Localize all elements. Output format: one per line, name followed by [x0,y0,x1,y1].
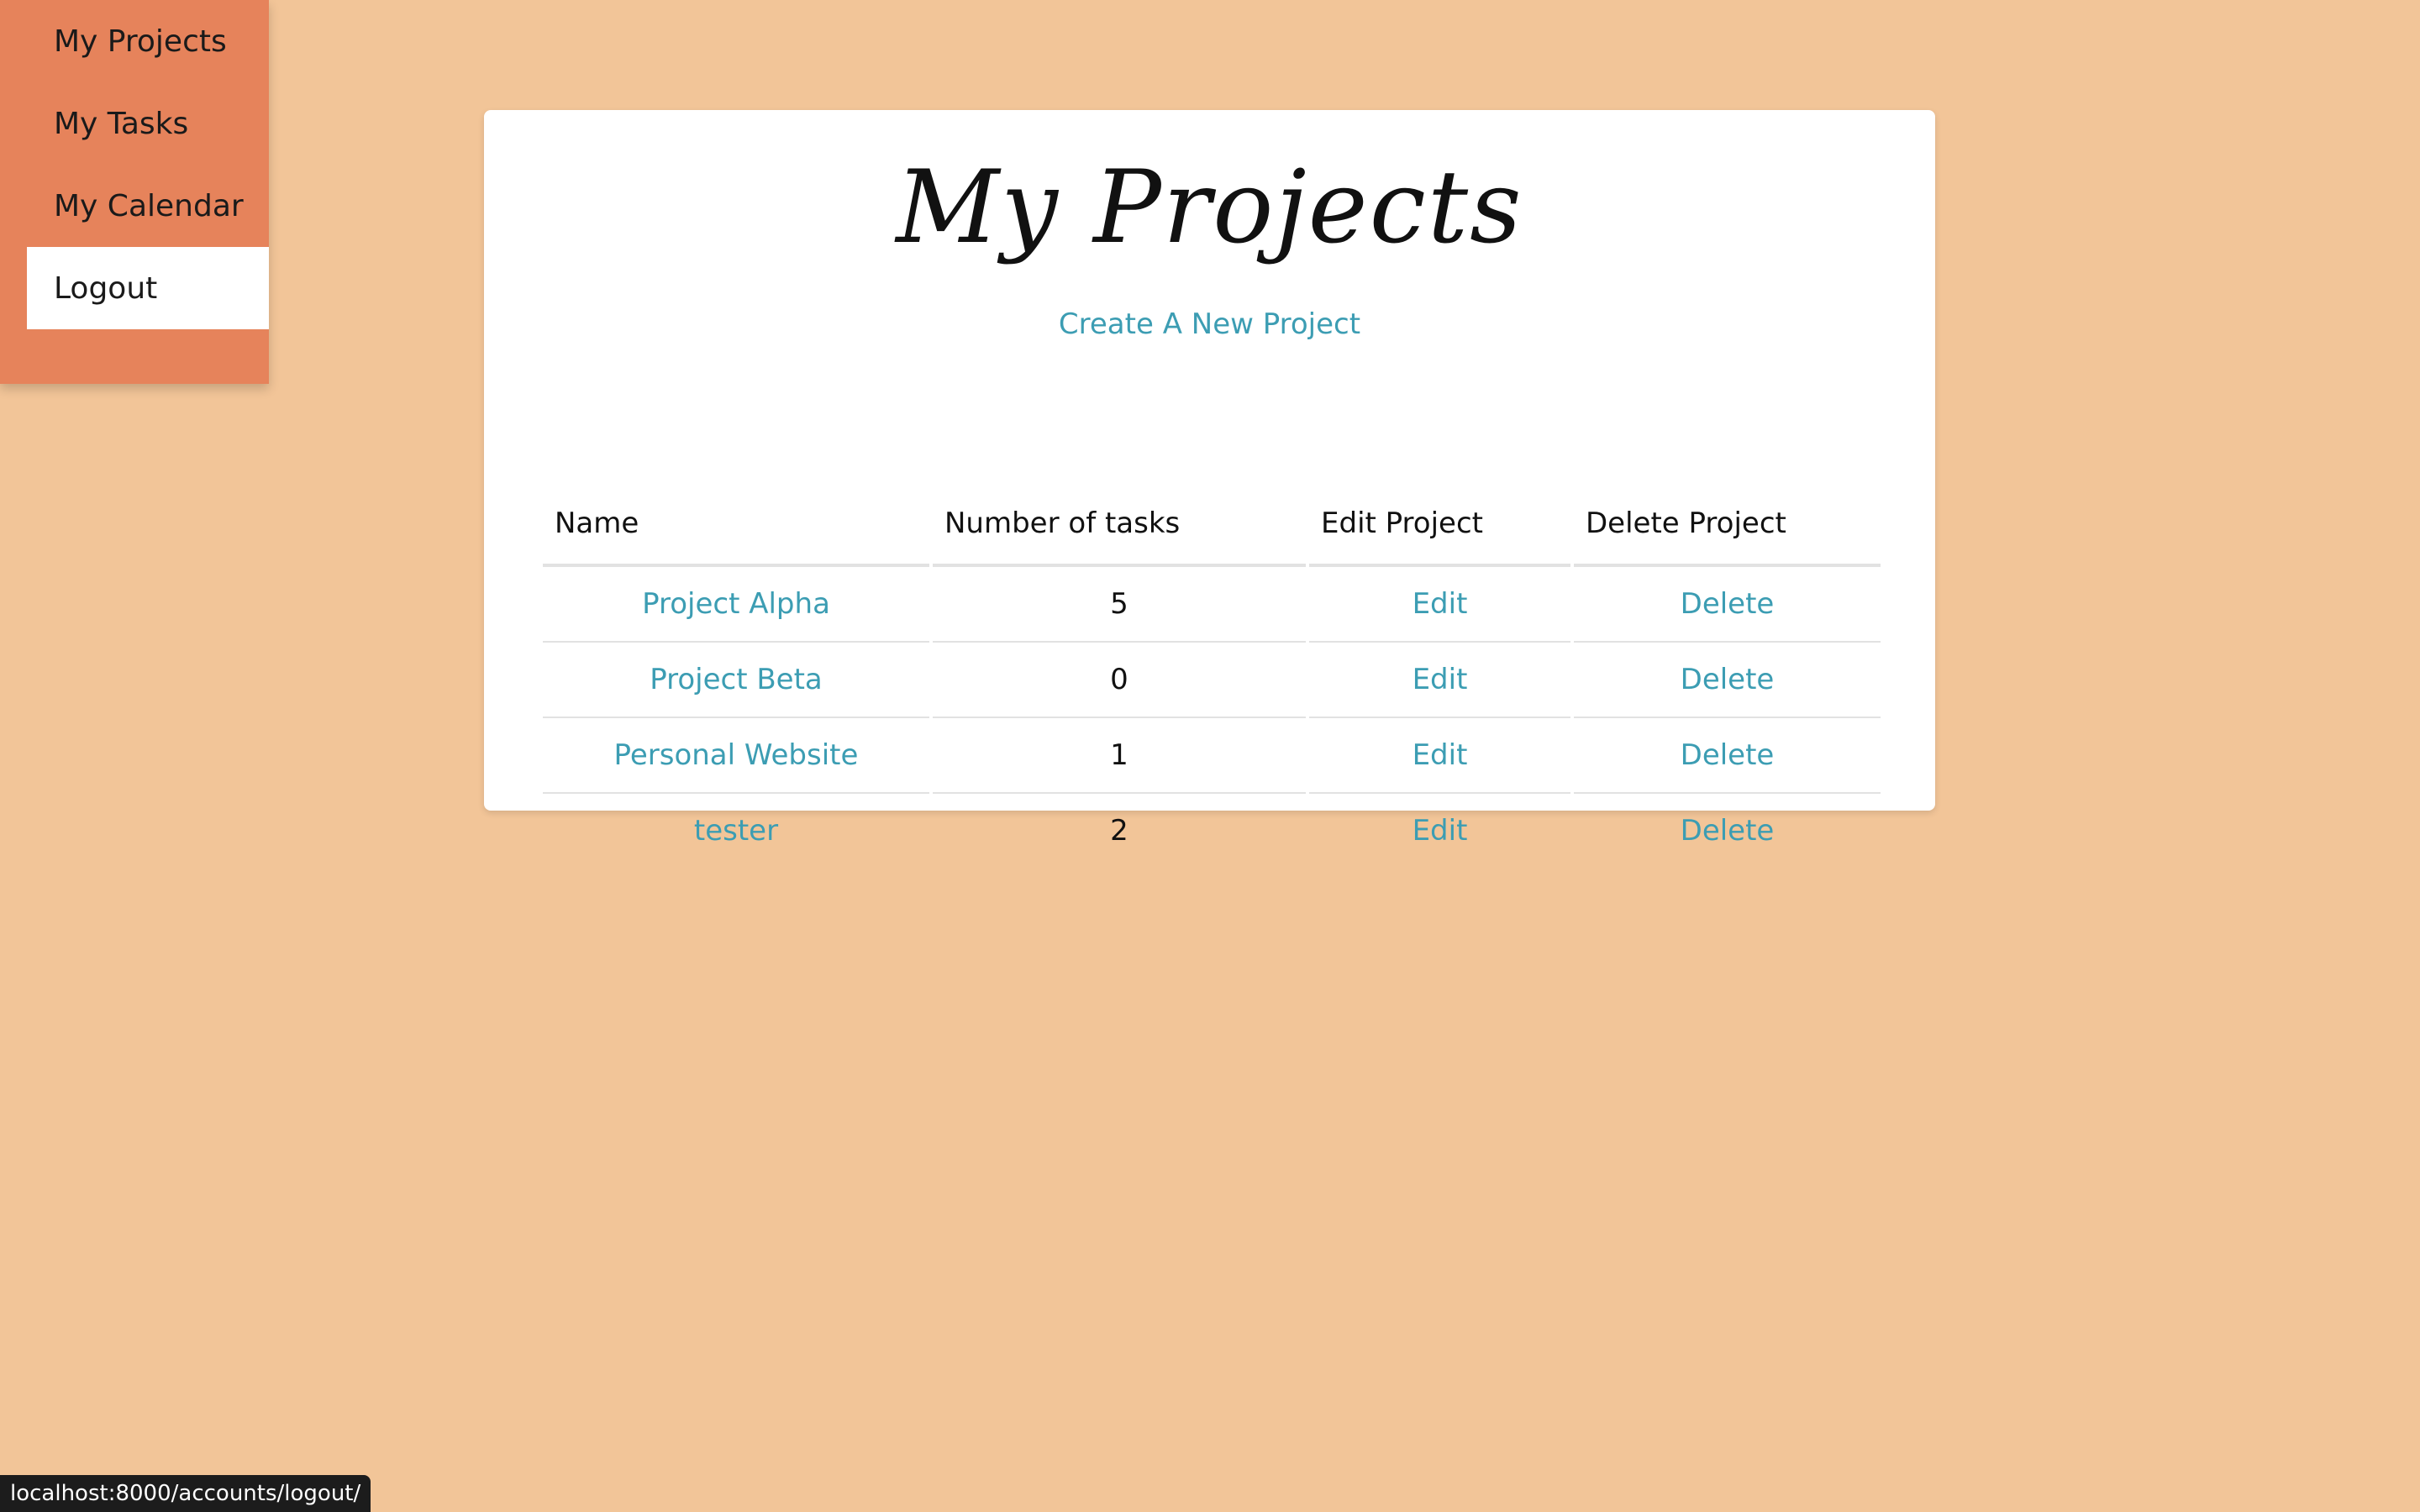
table-row: Project Alpha 5 Edit Delete [543,567,1881,643]
sidebar-nav: My Projects My Tasks My Calendar Logout [0,0,269,384]
delete-link[interactable]: Delete [1681,663,1775,696]
edit-link[interactable]: Edit [1413,587,1468,621]
edit-link[interactable]: Edit [1413,663,1468,696]
projects-card: My Projects Create A New Project Name Nu… [484,110,1935,848]
table-row: Personal Website 1 Edit Delete [543,718,1881,794]
column-header-edit-project: Edit Project [1309,483,1570,567]
delete-cell: Delete [1574,718,1881,794]
task-count: 5 [933,567,1306,643]
edit-link[interactable]: Edit [1413,814,1468,848]
create-project-link[interactable]: Create A New Project [484,307,1935,341]
sidebar-item-my-tasks[interactable]: My Tasks [27,82,269,165]
projects-table: Name Number of tasks Edit Project Delete… [539,483,1884,868]
project-name-cell: Project Alpha [543,567,929,643]
project-name-cell: tester [543,794,929,868]
task-count: 2 [1110,814,1128,848]
column-header-delete-project: Delete Project [1574,483,1881,567]
delete-link[interactable]: Delete [1681,738,1775,772]
project-name-link[interactable]: Personal Website [614,738,859,772]
delete-link[interactable]: Delete [1681,587,1775,621]
table-row: tester 2 Edit Delete [543,794,1881,868]
delete-cell: Delete [1574,643,1881,718]
table-row: Project Beta 0 Edit Delete [543,643,1881,718]
column-header-name: Name [543,483,929,567]
sidebar-item-logout[interactable]: Logout [27,247,269,329]
delete-cell: Delete [1574,794,1881,868]
task-count: 1 [933,718,1306,794]
project-name-link[interactable]: tester [694,814,778,848]
project-name-link[interactable]: Project Alpha [642,587,830,621]
table-header-row: Name Number of tasks Edit Project Delete… [543,483,1881,567]
delete-link[interactable]: Delete [1681,814,1775,848]
project-name-link[interactable]: Project Beta [650,663,823,696]
delete-cell: Delete [1574,567,1881,643]
edit-cell: Edit [1309,794,1570,868]
project-name-cell: Personal Website [543,718,929,794]
page-title: My Projects [896,150,1523,266]
task-count: 0 [933,643,1306,718]
project-name-cell: Project Beta [543,643,929,718]
edit-cell: Edit [1309,643,1570,718]
column-header-number-of-tasks: Number of tasks [933,483,1306,567]
sidebar-item-my-projects[interactable]: My Projects [27,0,269,82]
status-bar-url: localhost:8000/accounts/logout/ [0,1475,371,1512]
edit-cell: Edit [1309,718,1570,794]
edit-cell: Edit [1309,567,1570,643]
edit-link[interactable]: Edit [1413,738,1468,772]
sidebar-item-my-calendar[interactable]: My Calendar [27,165,269,247]
